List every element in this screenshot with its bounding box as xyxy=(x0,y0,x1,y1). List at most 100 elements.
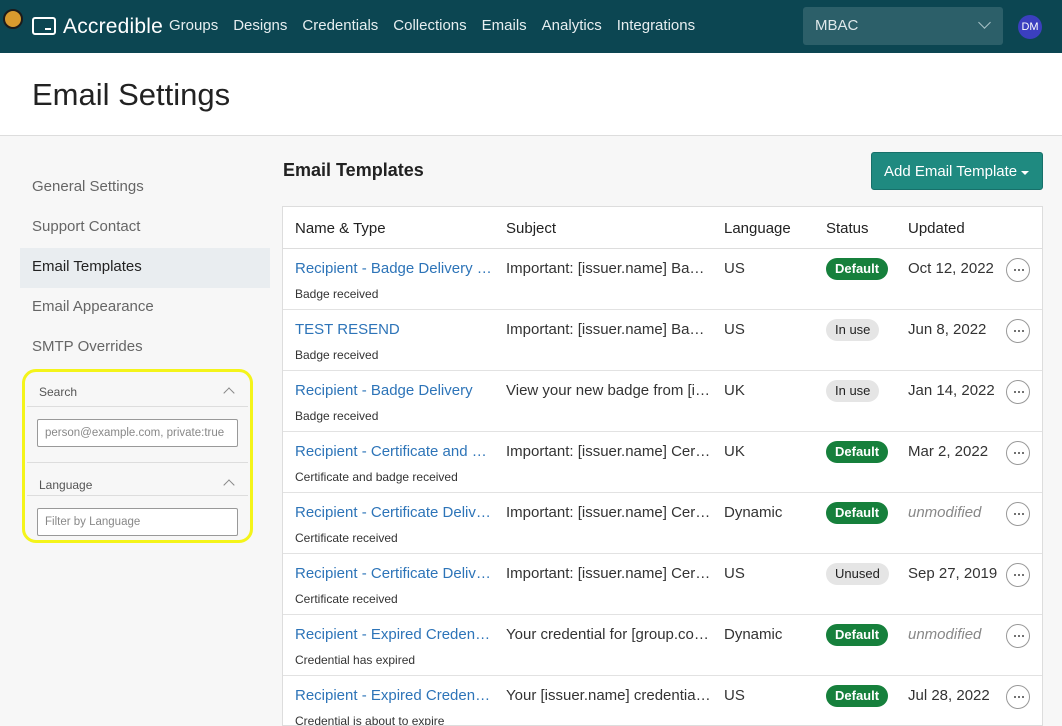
template-subject: Important: [issuer.name] Bad… xyxy=(506,321,711,338)
template-language: UK xyxy=(724,382,745,399)
more-dots-icon xyxy=(1022,696,1024,698)
template-language: US xyxy=(724,565,745,582)
template-language: UK xyxy=(724,443,745,460)
table-row: Recipient - Expired Credenti… Credential … xyxy=(283,676,1042,726)
nav-groups[interactable]: Groups xyxy=(169,17,218,34)
accredible-logo-icon[interactable] xyxy=(32,17,56,35)
template-language: Dynamic xyxy=(724,626,783,643)
more-dots-icon xyxy=(1014,452,1016,454)
template-updated: Oct 12, 2022 xyxy=(908,260,994,277)
template-name-link[interactable]: Recipient - Badge Delivery D… xyxy=(295,260,493,277)
template-updated: Mar 2, 2022 xyxy=(908,443,989,460)
sidebar-item-general-settings[interactable]: General Settings xyxy=(20,168,270,208)
nav-analytics[interactable]: Analytics xyxy=(542,17,602,34)
column-header-status: Status xyxy=(826,220,869,237)
template-type: Badge received xyxy=(295,287,379,301)
page-header: Email Settings xyxy=(0,53,1062,136)
template-subject: View your new badge from [is… xyxy=(506,382,711,399)
status-badge: In use xyxy=(826,380,880,402)
template-type: Badge received xyxy=(295,409,379,423)
template-subject: Important: [issuer.name] Cert… xyxy=(506,565,711,582)
section-title: Email Templates xyxy=(283,160,424,180)
nav-integrations[interactable]: Integrations xyxy=(617,17,695,34)
status-badge: Default xyxy=(826,685,889,707)
language-filter-input[interactable] xyxy=(37,508,238,536)
divider xyxy=(27,462,248,463)
template-type: Credential has expired xyxy=(295,653,416,667)
more-options-button[interactable] xyxy=(1006,563,1030,587)
template-subject: Your credential for [group.co… xyxy=(506,626,709,643)
divider xyxy=(27,495,248,496)
more-options-button[interactable] xyxy=(1006,685,1030,709)
chevron-down-icon xyxy=(978,16,991,29)
table-row: Recipient - Badge Delivery D… Badge recei… xyxy=(283,249,1042,310)
table-row: Recipient - Certificate Delivery Certific… xyxy=(283,493,1042,554)
filter-panel: Search Language xyxy=(22,369,253,543)
table-row: Recipient - Certificate Delive… Certifica… xyxy=(283,554,1042,615)
nav-designs[interactable]: Designs xyxy=(233,17,287,34)
org-select-value: MBAC xyxy=(815,17,859,34)
more-dots-icon xyxy=(1022,330,1024,332)
template-name-link[interactable]: Recipient - Certificate and B… xyxy=(295,443,493,460)
template-language: US xyxy=(724,687,745,704)
add-email-template-button[interactable]: Add Email Template xyxy=(871,152,1043,190)
more-dots-icon xyxy=(1018,574,1020,576)
more-dots-icon xyxy=(1014,330,1016,332)
more-dots-icon xyxy=(1014,574,1016,576)
sidebar-item-smtp-overrides[interactable]: SMTP Overrides xyxy=(20,328,270,368)
template-updated: Jul 28, 2022 xyxy=(908,687,990,704)
more-options-button[interactable] xyxy=(1006,624,1030,648)
template-name-link[interactable]: TEST RESEND xyxy=(295,321,493,338)
template-name-link[interactable]: Recipient - Expired Credenti… xyxy=(295,626,493,643)
table-row: Recipient - Expired Credenti… Credential … xyxy=(283,615,1042,676)
more-options-button[interactable] xyxy=(1006,380,1030,404)
table-header: Name & Type Subject Language Status Upda… xyxy=(283,207,1042,249)
search-input[interactable] xyxy=(37,419,238,447)
more-options-button[interactable] xyxy=(1006,258,1030,282)
more-dots-icon xyxy=(1018,391,1020,393)
more-dots-icon xyxy=(1018,269,1020,271)
template-type: Credential is about to expire xyxy=(295,714,445,726)
nav-emails[interactable]: Emails xyxy=(482,17,527,34)
template-type: Certificate received xyxy=(295,531,398,545)
record-indicator-icon xyxy=(3,9,23,29)
nav-collections[interactable]: Collections xyxy=(393,17,466,34)
more-options-button[interactable] xyxy=(1006,319,1030,343)
table-row: Recipient - Certificate and B… Certificat… xyxy=(283,432,1042,493)
page-title: Email Settings xyxy=(32,77,231,112)
more-dots-icon xyxy=(1014,696,1016,698)
template-name-link[interactable]: Recipient - Certificate Delive… xyxy=(295,565,493,582)
column-header-updated: Updated xyxy=(908,220,965,237)
template-name-link[interactable]: Recipient - Certificate Delivery xyxy=(295,504,493,521)
more-options-button[interactable] xyxy=(1006,441,1030,465)
template-name-link[interactable]: Recipient - Expired Credenti… xyxy=(295,687,493,704)
user-avatar[interactable]: DM xyxy=(1018,15,1042,39)
table-row: Recipient - Badge Delivery Badge received… xyxy=(283,371,1042,432)
search-filter-label[interactable]: Search xyxy=(39,385,77,399)
org-select[interactable]: MBAC xyxy=(803,7,1003,45)
more-dots-icon xyxy=(1014,391,1016,393)
settings-sidebar: General Settings Support Contact Email T… xyxy=(20,168,270,368)
template-updated: Jan 14, 2022 xyxy=(908,382,995,399)
more-dots-icon xyxy=(1014,513,1016,515)
template-updated: unmodified xyxy=(908,504,982,521)
sidebar-item-email-templates[interactable]: Email Templates xyxy=(20,248,270,288)
more-dots-icon xyxy=(1018,696,1020,698)
template-name-link[interactable]: Recipient - Badge Delivery xyxy=(295,382,493,399)
template-type: Certificate and badge received xyxy=(295,470,458,484)
template-subject: Your [issuer.name] credential … xyxy=(506,687,711,704)
chevron-up-icon[interactable] xyxy=(223,387,235,399)
sidebar-item-email-appearance[interactable]: Email Appearance xyxy=(20,288,270,328)
more-dots-icon xyxy=(1018,513,1020,515)
language-filter-label[interactable]: Language xyxy=(39,478,92,492)
add-email-template-label: Add Email Template xyxy=(884,162,1018,180)
nav-credentials[interactable]: Credentials xyxy=(302,17,378,34)
top-navbar: Accredible Groups Designs Credentials Co… xyxy=(0,0,1062,53)
more-options-button[interactable] xyxy=(1006,502,1030,526)
sidebar-item-support-contact[interactable]: Support Contact xyxy=(20,208,270,248)
template-subject: Important: [issuer.name] Cert… xyxy=(506,504,711,521)
more-dots-icon xyxy=(1018,452,1020,454)
template-updated: Sep 27, 2019 xyxy=(908,565,998,582)
app-logo[interactable]: Accredible xyxy=(63,15,163,39)
chevron-up-icon[interactable] xyxy=(223,479,235,491)
